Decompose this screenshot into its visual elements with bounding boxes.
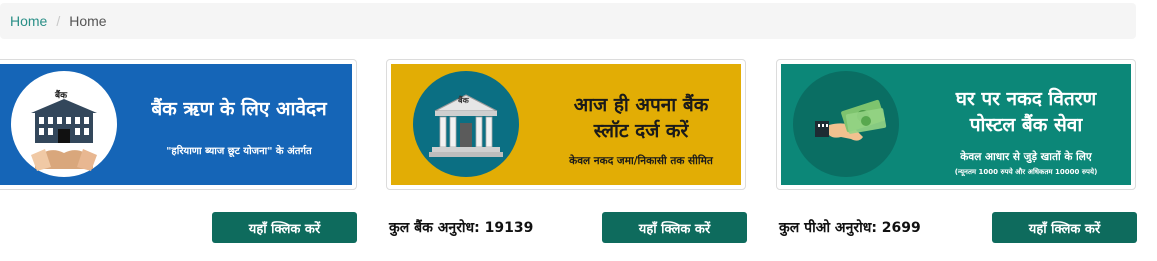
bank-slot-subtitle: केवल नकद जमा/निकासी तक सीमित xyxy=(569,155,713,167)
postal-cash-title-line1: घर पर नकद वितरण xyxy=(955,88,1097,110)
bank-slot-title-line2: स्लॉट दर्ज करें xyxy=(593,120,689,142)
bank-slot-title-line1: आज ही अपना बैंक xyxy=(573,94,709,116)
breadcrumb-separator: / xyxy=(56,13,61,29)
bank-loan-click-button[interactable]: यहाँ क्लिक करें xyxy=(212,212,357,243)
bank-loan-card[interactable]: बैंक बैंक ऋण के लिए आवेदन "हरियाणा ब्याज… xyxy=(0,59,357,190)
breadcrumb: Home / Home xyxy=(0,3,1136,39)
bank-loan-subtitle: "हरियाणा ब्याज छूट योजना" के अंतर्गत xyxy=(166,146,312,157)
bank-slot-click-button[interactable]: यहाँ क्लिक करें xyxy=(602,212,747,243)
postal-cash-banner[interactable]: घर पर नकद वितरण पोस्टल बैंक सेवा केवल आध… xyxy=(781,64,1131,185)
cash-hand-icon xyxy=(793,71,899,177)
bank-icon-label: बैंक xyxy=(55,91,68,101)
postal-cash-card[interactable]: घर पर नकद वितरण पोस्टल बैंक सेवा केवल आध… xyxy=(776,59,1136,190)
bank-building-icon: बैंक xyxy=(11,71,117,177)
bank-slot-card[interactable]: बैंक आज ही अपना बैंक स्लॉट दर्ज करें केव… xyxy=(386,59,746,190)
postal-request-count: कुल पीओ अनुरोध: 2699 xyxy=(779,220,921,236)
bank-loan-title: बैंक ऋण के लिए आवेदन xyxy=(151,98,327,120)
bank-slot-banner[interactable]: बैंक आज ही अपना बैंक स्लॉट दर्ज करें केव… xyxy=(391,64,741,185)
bank-request-count: कुल बैंक अनुरोध: 19139 xyxy=(389,220,534,236)
breadcrumb-home-link[interactable]: Home xyxy=(10,13,47,29)
postal-cash-subtitle: केवल आधार से जुड़े खातों के लिए xyxy=(960,151,1092,163)
postal-cash-note: (न्यूनतम 1000 रुपये और अधिकतम 10000 रुपय… xyxy=(954,168,1098,176)
postal-cash-title-line2: पोस्टल बैंक सेवा xyxy=(969,114,1083,136)
bank-icon-label: बैंक xyxy=(458,96,469,105)
breadcrumb-current: Home xyxy=(69,13,107,29)
postal-cash-click-button[interactable]: यहाँ क्लिक करें xyxy=(992,212,1137,243)
bank-loan-banner[interactable]: बैंक बैंक ऋण के लिए आवेदन "हरियाणा ब्याज… xyxy=(0,64,352,185)
bank-building-icon: बैंक xyxy=(413,71,519,177)
